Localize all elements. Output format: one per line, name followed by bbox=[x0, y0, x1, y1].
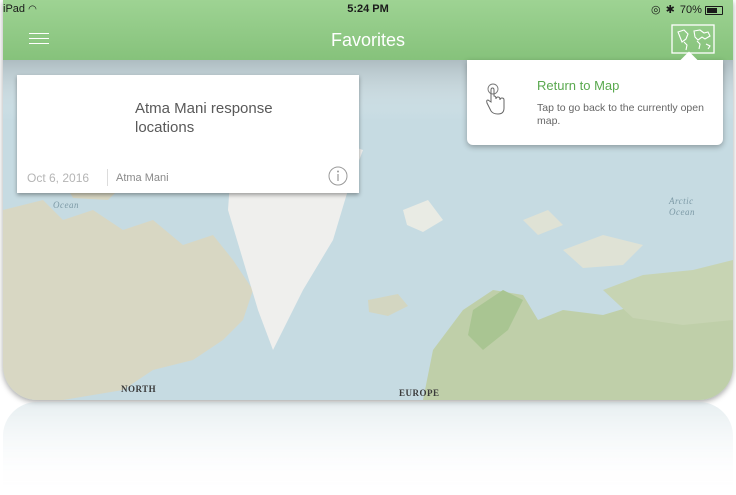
ipad-screen: Ocean Arctic Ocean NORTH EUROPE iPad ◠ 5… bbox=[3, 0, 733, 400]
bluetooth-icon: ✱ bbox=[665, 4, 675, 16]
screen-reflection bbox=[3, 402, 733, 495]
world-map-icon[interactable] bbox=[670, 22, 716, 56]
map-label-ocean: Ocean bbox=[53, 200, 79, 210]
card-date: Oct 6, 2016 bbox=[27, 171, 90, 185]
card-owner: Atma Mani bbox=[116, 172, 169, 184]
map-label-north-america: NORTH bbox=[121, 384, 157, 394]
status-bar: iPad ◠ 5:24 PM ◎ ✱ 70% bbox=[3, 0, 733, 18]
map-label-europe: EUROPE bbox=[399, 388, 440, 398]
status-right: ◎ ✱ 70% bbox=[651, 3, 723, 16]
page-title: Favorites bbox=[330, 30, 406, 50]
tap-hand-icon bbox=[483, 82, 507, 122]
tooltip-description: Tap to go back to the currently open map… bbox=[537, 102, 704, 127]
return-to-map-tooltip: Return to Map Tap to go back to the curr… bbox=[467, 51, 723, 145]
status-time: 5:24 PM bbox=[347, 3, 389, 15]
info-icon[interactable] bbox=[328, 166, 348, 186]
map-label-arctic: Arctic bbox=[669, 196, 694, 206]
map-label-arctic-ocean: Ocean bbox=[669, 207, 695, 217]
battery-percent: 70% bbox=[679, 4, 702, 16]
rotation-lock-icon: ◎ bbox=[650, 4, 661, 16]
card-divider bbox=[107, 169, 108, 186]
favorite-map-card[interactable]: Atma Mani response locations Oct 6, 2016… bbox=[17, 75, 359, 193]
navigation-bar: iPad ◠ 5:24 PM ◎ ✱ 70% Favorites bbox=[3, 0, 733, 60]
battery-icon bbox=[705, 5, 723, 15]
card-title[interactable]: Atma Mani response locations bbox=[135, 99, 335, 137]
tooltip-title: Return to Map bbox=[537, 78, 620, 93]
